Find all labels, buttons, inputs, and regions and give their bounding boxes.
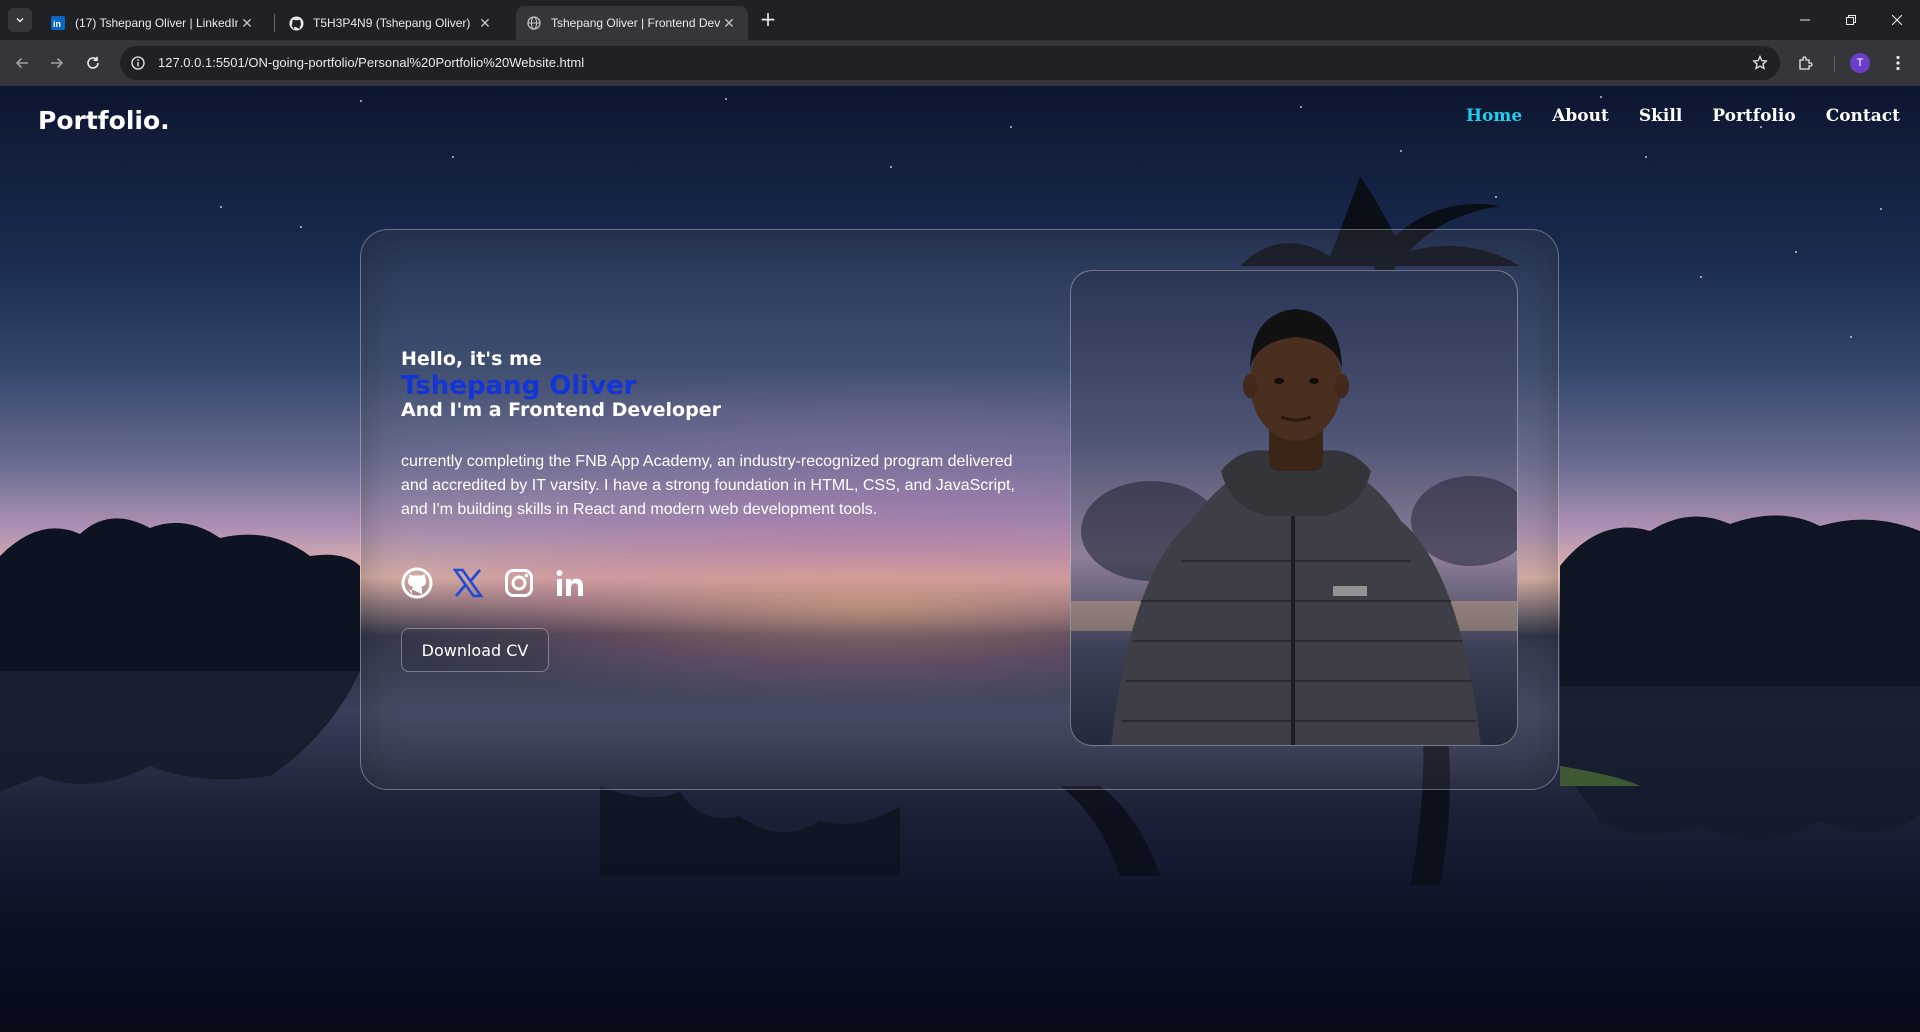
arrow-left-icon	[15, 57, 28, 69]
extensions-puzzle-icon[interactable]	[1796, 53, 1816, 73]
globe-icon	[526, 15, 542, 31]
hero-greeting: Hello, it's me	[401, 348, 542, 370]
profile-photo	[1070, 270, 1518, 746]
bookmark-star-icon[interactable]	[1750, 53, 1770, 73]
minimize-button[interactable]	[1782, 0, 1828, 40]
svg-text:in: in	[53, 19, 61, 29]
page-viewport: Portfolio. Home About Skill Portfolio Co…	[0, 86, 1920, 1032]
restore-icon	[1846, 15, 1856, 25]
github-icon	[288, 15, 304, 31]
url-text[interactable]: 127.0.0.1:5501/ON-going-portfolio/Person…	[158, 55, 584, 70]
address-bar[interactable]: 127.0.0.1:5501/ON-going-portfolio/Person…	[120, 46, 1780, 80]
linkedin-icon[interactable]	[554, 567, 586, 599]
profile-avatar[interactable]: T	[1850, 53, 1870, 73]
browser-toolbar: 127.0.0.1:5501/ON-going-portfolio/Person…	[0, 40, 1920, 86]
close-icon	[1892, 15, 1902, 25]
toolbar-divider	[1834, 56, 1835, 72]
close-icon[interactable]: ✕	[476, 14, 494, 32]
nav-link-about[interactable]: About	[1552, 106, 1609, 126]
tab-linkedin[interactable]: in (17) Tshepang Oliver | LinkedIn ✕	[40, 6, 266, 40]
nav-link-skill[interactable]: Skill	[1639, 106, 1682, 126]
download-cv-button[interactable]: Download CV	[401, 628, 549, 672]
browser-tabstrip: in (17) Tshepang Oliver | LinkedIn ✕ T5H…	[0, 0, 1920, 40]
restore-button[interactable]	[1828, 0, 1874, 40]
minimize-icon	[1800, 19, 1810, 21]
tab-title: T5H3P4N9 (Tshepang Oliver)	[313, 16, 471, 30]
tab-title: Tshepang Oliver | Frontend Dev	[551, 16, 720, 30]
nav-link-portfolio[interactable]: Portfolio	[1712, 106, 1795, 126]
reload-icon	[87, 56, 99, 69]
tab-portfolio[interactable]: Tshepang Oliver | Frontend Dev ✕	[516, 6, 748, 40]
linkedin-icon: in	[50, 15, 66, 31]
tab-title: (17) Tshepang Oliver | LinkedIn	[75, 16, 238, 30]
hero-role: And I'm a Frontend Developer	[401, 399, 721, 421]
main-nav: Home About Skill Portfolio Contact	[1466, 106, 1900, 126]
github-icon[interactable]	[401, 567, 433, 599]
back-button[interactable]	[8, 49, 36, 77]
window-close-button[interactable]	[1874, 0, 1920, 40]
social-links	[401, 567, 586, 599]
forward-button[interactable]	[43, 49, 71, 77]
site-logo[interactable]: Portfolio.	[38, 106, 170, 135]
instagram-icon[interactable]	[503, 567, 535, 599]
arrow-right-icon	[51, 57, 64, 69]
person-portrait	[1071, 309, 1517, 745]
reload-button[interactable]	[79, 49, 107, 77]
tab-github[interactable]: T5H3P4N9 (Tshepang Oliver) ✕	[278, 6, 504, 40]
close-icon[interactable]: ✕	[238, 14, 256, 32]
tab-divider	[274, 14, 275, 32]
x-icon[interactable]	[452, 567, 484, 599]
nav-link-contact[interactable]: Contact	[1826, 106, 1900, 126]
hero-name: Tshepang Oliver	[401, 371, 637, 401]
new-tab-button[interactable]: +	[756, 8, 780, 32]
nav-link-home[interactable]: Home	[1466, 106, 1522, 126]
site-info-icon[interactable]	[128, 53, 148, 73]
tab-search-button[interactable]	[8, 8, 32, 32]
hero-description: currently completing the FNB App Academy…	[401, 453, 1015, 518]
kebab-menu-icon[interactable]	[1888, 53, 1908, 73]
close-icon[interactable]: ✕	[720, 14, 738, 32]
chevron-down-icon	[16, 17, 24, 23]
